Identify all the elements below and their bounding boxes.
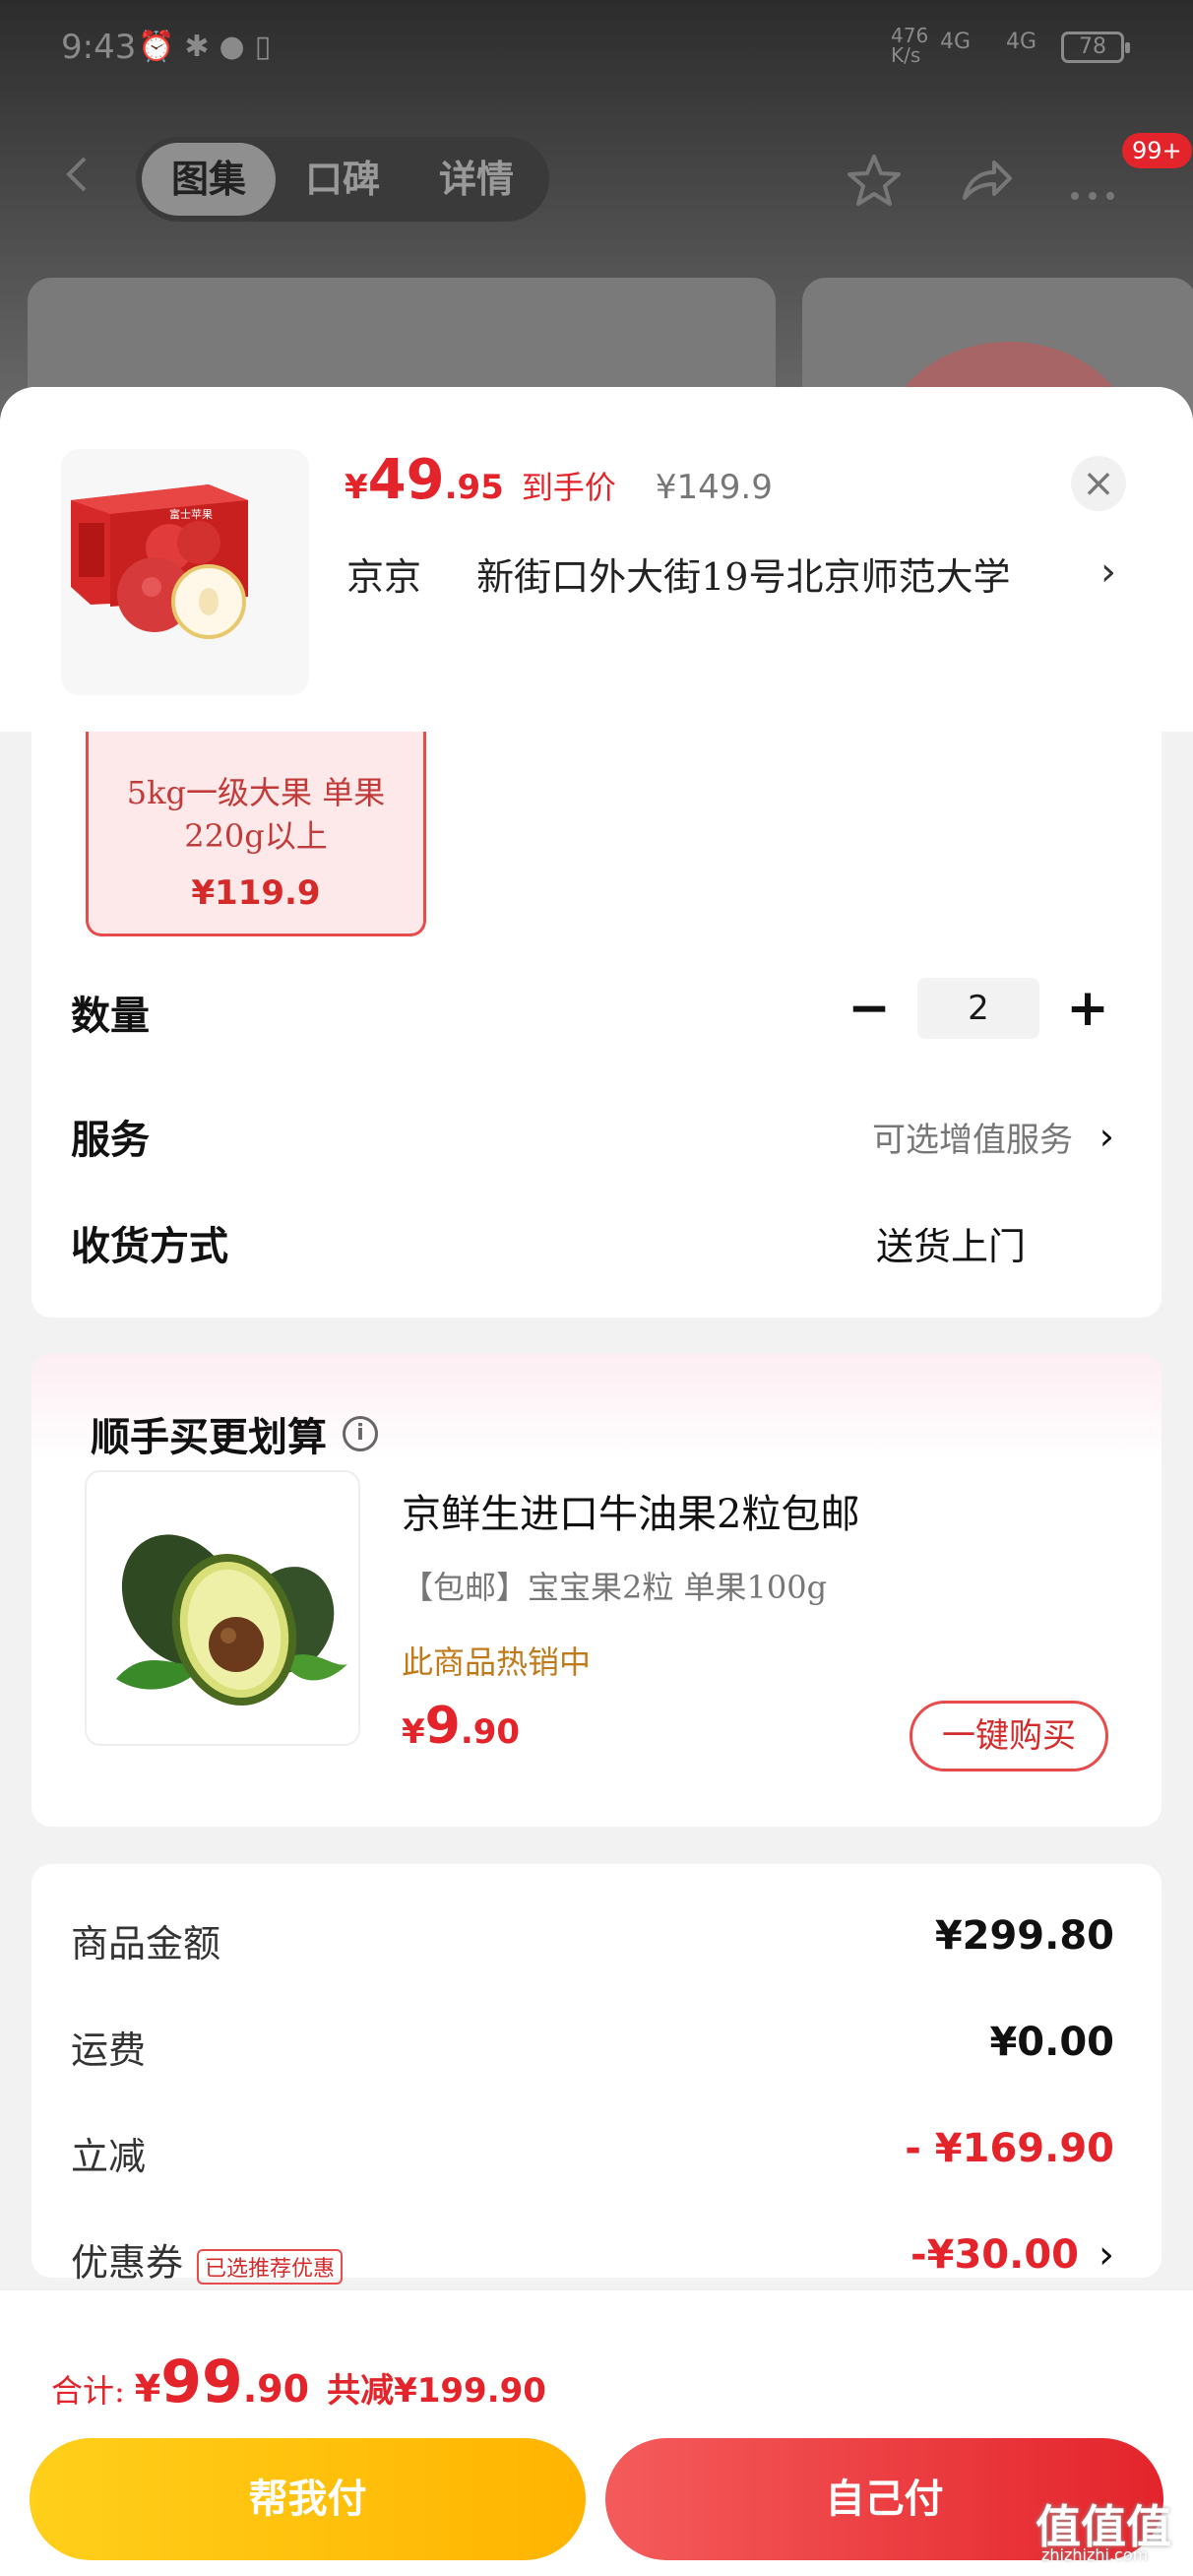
more-icon[interactable]	[1063, 151, 1122, 210]
total-decimal: .90	[242, 2367, 310, 2411]
original-price: ¥149.9	[655, 468, 773, 507]
quantity-row: 数量 − 2 +	[71, 978, 1122, 1047]
quantity-input[interactable]: 2	[917, 978, 1039, 1039]
purchase-sheet: 富士苹果 ¥ 49 .95 到手价 ¥149.9 × 京京 新街口外大街19号北…	[0, 387, 1193, 2576]
price-tag: 到手价	[521, 469, 616, 506]
upsell-card: 顺手买更划算 i 京鲜生进口牛油果2粒包邮 【包邮】宝宝果2粒 单果100g 此…	[31, 1354, 1162, 1827]
total-line: 合计: ¥ 99 .90 共减¥199.90	[51, 2348, 546, 2416]
total-saved: 共减¥199.90	[327, 2371, 546, 2411]
signal-2-icon: 4G	[1006, 30, 1037, 54]
svg-text:富士苹果: 富士苹果	[169, 507, 213, 521]
close-icon[interactable]: ×	[1071, 456, 1126, 511]
discount-row: 立减 - ¥169.90	[71, 2126, 1114, 2185]
avocado-picture	[116, 1534, 347, 1707]
sheet-header: 富士苹果 ¥ 49 .95 到手价 ¥149.9 × 京京 新街口外大街19号北…	[0, 387, 1193, 732]
battery-icon: 78	[1061, 32, 1130, 63]
upsell-product-name[interactable]: 京鲜生进口牛油果2粒包邮	[402, 1482, 859, 1539]
upsell-title: 顺手买更划算 i	[91, 1405, 378, 1462]
watermark-site: zhizhizhi.com	[1041, 2545, 1149, 2564]
upsell-price: ¥ 9 .90	[402, 1697, 521, 1756]
fee-card: 商品金额 ¥299.80 运费 ¥0.00 立减 - ¥169.90 优惠券 已选…	[31, 1864, 1162, 2285]
net-speed: 476 K/s	[891, 24, 929, 67]
price-line: ¥ 49 .95 到手价 ¥149.9	[345, 448, 773, 512]
top-navbar: 图集 口碑 详情 99+	[0, 133, 1193, 222]
price-currency: ¥	[345, 468, 368, 507]
shipping-value: ¥0.00	[989, 2020, 1114, 2065]
chevron-right-icon: ›	[1099, 2232, 1114, 2278]
delivery-label: 收货方式	[71, 1224, 228, 1269]
chevron-right-icon[interactable]: ›	[1100, 549, 1116, 595]
chevron-right-icon: ›	[1099, 1115, 1114, 1158]
checkout-footer: 合计: ¥ 99 .90 共减¥199.90 帮我付 自己付	[0, 2289, 1193, 2576]
coupon-value: -¥30.00	[910, 2232, 1079, 2278]
service-label: 服务	[71, 1118, 150, 1163]
shipping-label: 运费	[71, 2029, 147, 2072]
status-time: 9:43	[61, 28, 137, 67]
service-row[interactable]: 服务 可选增值服务 ›	[71, 1102, 1122, 1171]
bluetooth-icon: ✱	[184, 30, 210, 64]
price-integer: 49	[367, 448, 445, 512]
address-detail: 新街口外大街19号北京师范大学	[476, 555, 1011, 599]
quantity-minus-button[interactable]: −	[835, 979, 904, 1038]
shipping-row: 运费 ¥0.00	[71, 2020, 1114, 2079]
coupon-tag: 已选推荐优惠	[197, 2248, 344, 2285]
back-icon[interactable]	[59, 155, 98, 194]
spec-option-selected[interactable]: 5kg一级大果 单果220g以上 ¥119.9	[86, 732, 426, 936]
tab-bar: 图集 口碑 详情	[136, 137, 549, 222]
quantity-label: 数量	[71, 994, 150, 1039]
quantity-stepper: − 2 +	[835, 978, 1122, 1039]
coupon-label: 优惠券 已选推荐优惠	[71, 2232, 344, 2286]
status-bar: 9:43 ⏰ ✱ ● ▯ 476 K/s 4G 4G 78	[0, 0, 1193, 94]
service-value: 可选增值服务	[872, 1120, 1073, 1160]
goods-amount-label: 商品金额	[71, 1922, 221, 1965]
options-card: 5kg一级大果 单果220g以上 ¥119.9 数量 − 2 + 服务 可选增值…	[31, 732, 1162, 1318]
background-page: 9:43 ⏰ ✱ ● ▯ 476 K/s 4G 4G 78 图集 口碑 详情 9…	[0, 0, 1193, 558]
tab-details[interactable]: 详情	[409, 143, 543, 216]
coupon-row[interactable]: 优惠券 已选推荐优惠 -¥30.00 ›	[71, 2232, 1114, 2291]
goods-amount-row: 商品金额 ¥299.80	[71, 1913, 1114, 1972]
upsell-hot-label: 此商品热销中	[402, 1643, 592, 1681]
notification-badge: 99+	[1122, 133, 1192, 168]
upsell-product-spec: 【包邮】宝宝果2粒 单果100g	[402, 1569, 828, 1606]
price-decimal: .95	[444, 468, 504, 507]
discount-value: - ¥169.90	[905, 2126, 1114, 2171]
info-icon[interactable]: i	[343, 1416, 378, 1451]
spec-label: 5kg一级大果 单果220g以上	[126, 774, 386, 855]
avocado-image[interactable]	[85, 1470, 360, 1746]
delivery-row[interactable]: 收货方式 送货上门	[71, 1208, 1122, 1277]
address-city: 京京	[346, 555, 422, 599]
total-integer: 99	[160, 2348, 243, 2416]
spec-price: ¥119.9	[191, 873, 321, 913]
signal-1-icon: 4G	[940, 30, 972, 54]
vibrate-icon: ▯	[254, 30, 272, 64]
address-row[interactable]: 京京 新街口外大街19号北京师范大学	[346, 547, 1010, 601]
quantity-plus-button[interactable]: +	[1053, 979, 1122, 1038]
apple-box-image: 富士苹果	[61, 449, 309, 695]
tab-reviews[interactable]: 口碑	[276, 143, 409, 216]
alarm-icon: ⏰	[138, 30, 175, 64]
goods-amount-value: ¥299.80	[934, 1913, 1114, 1959]
product-thumbnail[interactable]: 富士苹果	[61, 449, 309, 695]
help-pay-button[interactable]: 帮我付	[30, 2438, 586, 2560]
status-icons: ⏰ ✱ ● ▯	[138, 30, 271, 64]
star-icon[interactable]	[845, 151, 904, 210]
discount-label: 立减	[71, 2135, 147, 2178]
total-label: 合计:	[51, 2372, 125, 2410]
tab-gallery[interactable]: 图集	[142, 143, 276, 216]
one-click-buy-button[interactable]: 一键购买	[910, 1701, 1108, 1771]
share-icon[interactable]	[957, 151, 1016, 210]
location-icon: ●	[219, 30, 245, 64]
delivery-value: 送货上门	[875, 1224, 1026, 1268]
